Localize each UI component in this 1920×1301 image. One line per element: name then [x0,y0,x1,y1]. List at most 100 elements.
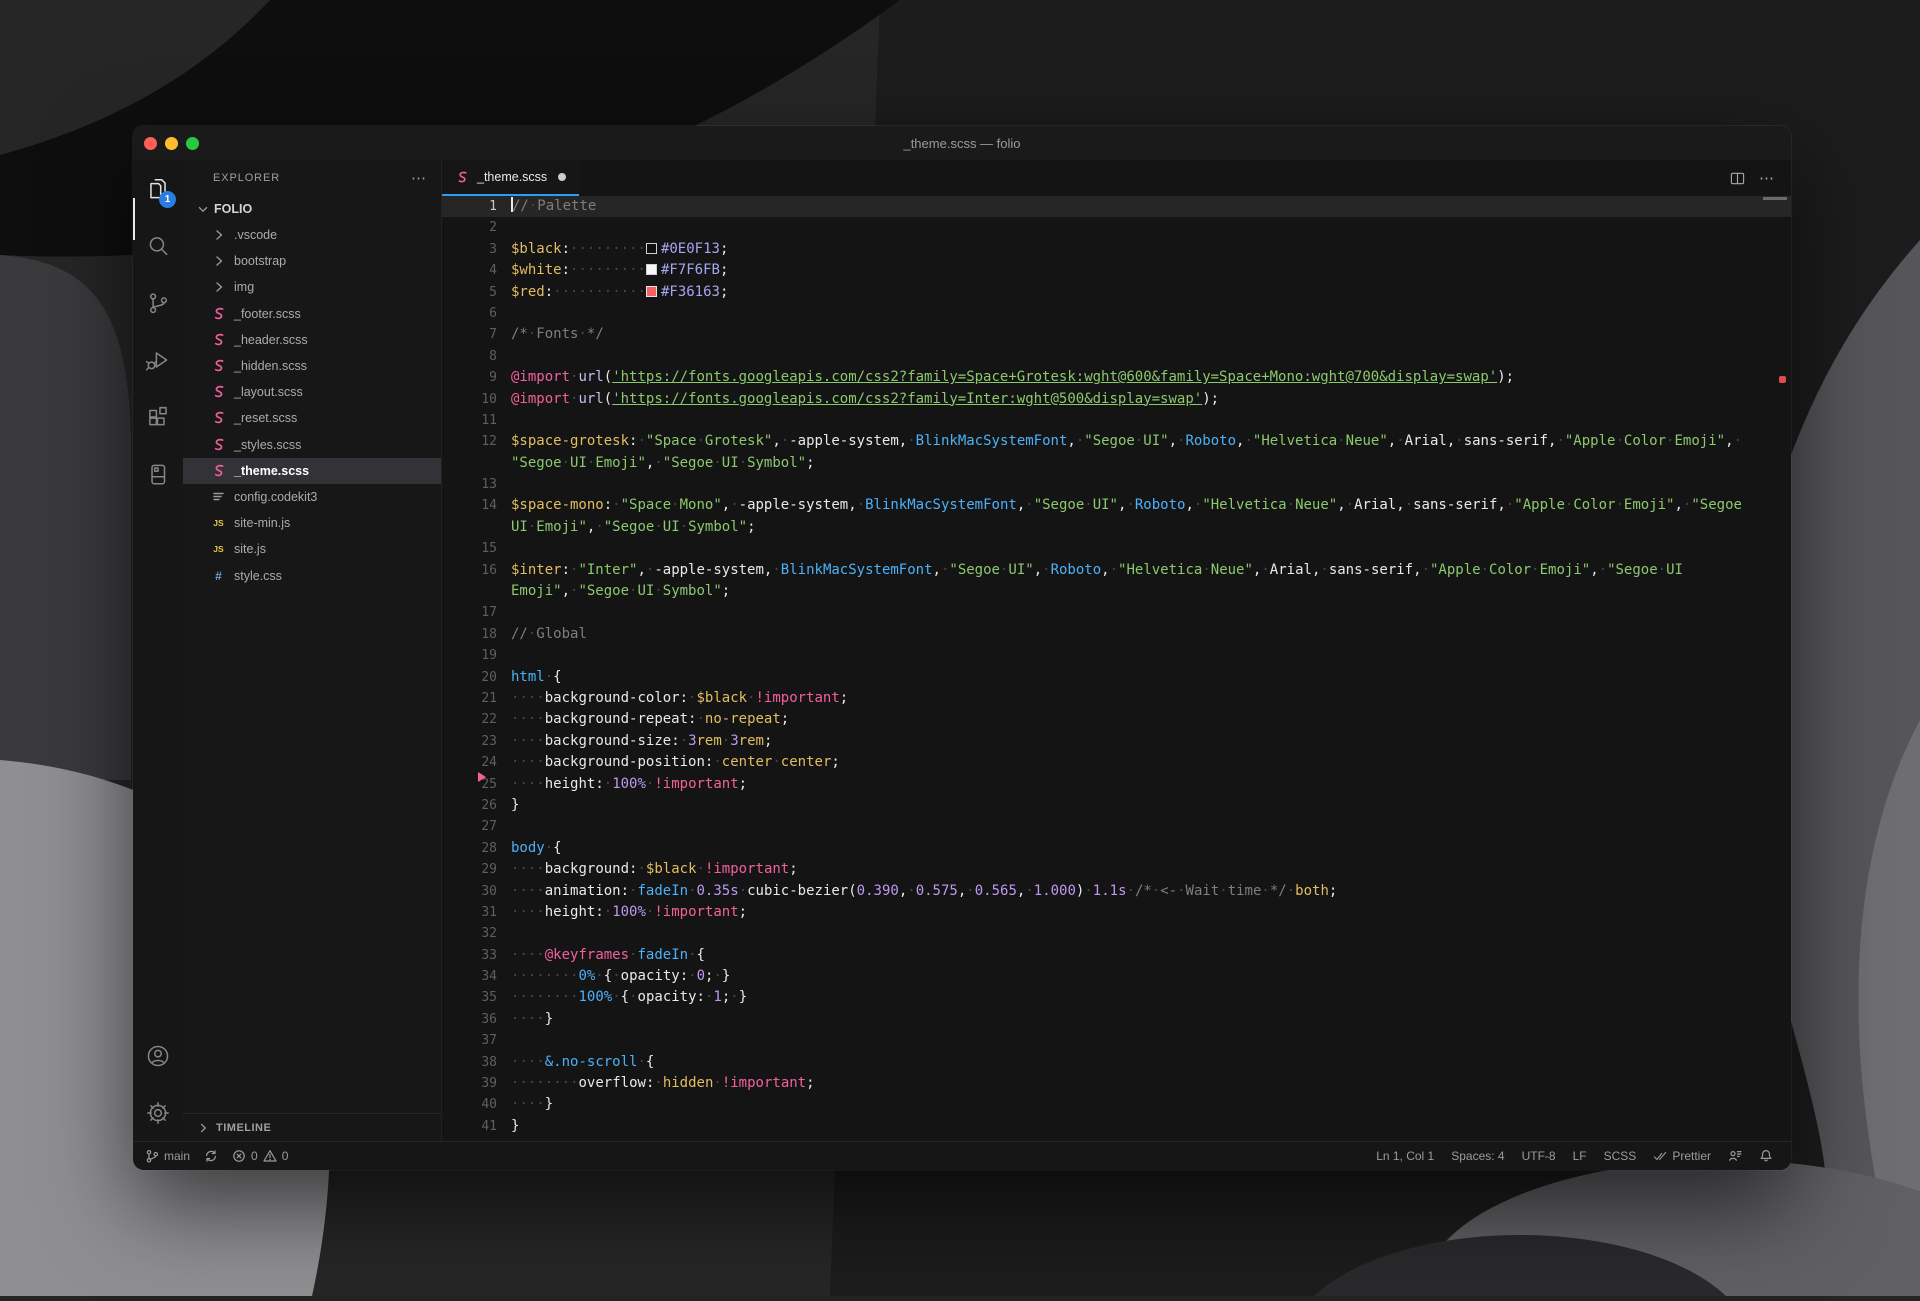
run-debug-view-button[interactable] [133,331,183,388]
code-line[interactable]: 15 [442,538,1791,559]
line-number[interactable]: 33 [442,945,511,966]
code-line[interactable]: Emoji",·"Segoe·UI·Symbol"; [442,581,1791,602]
problems-status[interactable]: 0 0 [232,1149,288,1163]
line-number[interactable]: 11 [442,410,511,431]
code-line[interactable]: 29····background:·$black·!important; [442,859,1791,880]
code-line[interactable]: 41} [442,1116,1791,1137]
code-line[interactable]: 14$space-mono:·"Space·Mono",·-apple-syst… [442,495,1791,516]
code-line[interactable]: 24····background-position:·center·center… [442,752,1791,773]
code-line[interactable]: 39········overflow:·hidden·!important; [442,1073,1791,1094]
line-number[interactable]: 4 [442,260,511,281]
code-line[interactable]: 21····background-color:·$black·!importan… [442,688,1791,709]
code-line[interactable]: 13 [442,474,1791,495]
line-number[interactable]: 10 [442,389,511,410]
line-number[interactable] [442,517,511,538]
code-line[interactable]: 27 [442,816,1791,837]
line-number[interactable]: 40 [442,1094,511,1115]
line-number[interactable]: 32 [442,923,511,944]
tab-theme-scss[interactable]: _theme.scss [442,160,579,196]
code-line[interactable]: 4$white:·········#F7F6FB; [442,260,1791,281]
code-line[interactable]: 12$space-grotesk:·"Space·Grotesk",·-appl… [442,431,1791,452]
explorer-view-button[interactable]: 1 [133,160,183,217]
code-line[interactable]: 30····animation:·fadeIn·0.35s·cubic-bezi… [442,881,1791,902]
code-line[interactable]: 17 [442,602,1791,623]
code-line[interactable]: 40····} [442,1094,1791,1115]
line-number[interactable]: 12 [442,431,511,452]
line-number[interactable]: 9 [442,367,511,388]
timeline-section[interactable]: TIMELINE [183,1113,441,1141]
line-number[interactable]: 25 [442,774,511,795]
code-line[interactable]: 35········100%·{·opacity:·1;·} [442,987,1791,1008]
line-number[interactable]: 39 [442,1073,511,1094]
line-number[interactable]: 26 [442,795,511,816]
codekit-view-button[interactable] [133,445,183,502]
indentation-status[interactable]: Spaces: 4 [1451,1149,1504,1163]
line-number[interactable]: 23 [442,731,511,752]
code-line[interactable]: 6 [442,303,1791,324]
line-number[interactable]: 8 [442,346,511,367]
line-number[interactable]: 7 [442,324,511,345]
line-number[interactable]: 19 [442,645,511,666]
line-number[interactable]: 29 [442,859,511,880]
code-line[interactable]: UI·Emoji",·"Segoe·UI·Symbol"; [442,517,1791,538]
tree-item[interactable]: _layout.scss [183,379,441,405]
sync-button[interactable] [204,1149,218,1163]
tree-item[interactable]: _header.scss [183,327,441,353]
code-editor[interactable]: 1//·Palette23$black:·········#0E0F13;4$w… [442,196,1791,1141]
code-line[interactable]: 9@import·url('https://fonts.googleapis.c… [442,367,1791,388]
source-control-view-button[interactable] [133,274,183,331]
line-number[interactable]: 13 [442,474,511,495]
notifications-button[interactable] [1759,1149,1773,1163]
git-branch-status[interactable]: main [145,1149,190,1163]
line-number[interactable]: 2 [442,217,511,238]
tree-item[interactable]: JSsite.js [183,536,441,562]
tree-item[interactable]: #style.css [183,562,441,588]
line-number[interactable]: 15 [442,538,511,559]
code-line[interactable]: 23····background-size:·3rem·3rem; [442,731,1791,752]
tree-item[interactable]: _footer.scss [183,301,441,327]
split-editor-icon[interactable] [1730,171,1745,186]
tree-item[interactable]: config.codekit3 [183,484,441,510]
code-line[interactable]: 5$red:···········#F36163; [442,282,1791,303]
encoding-status[interactable]: UTF-8 [1522,1149,1556,1163]
tree-item[interactable]: .vscode [183,222,441,248]
code-line[interactable]: 26} [442,795,1791,816]
code-line[interactable]: 20html·{ [442,667,1791,688]
tree-item[interactable]: _hidden.scss [183,353,441,379]
account-button[interactable] [133,1027,183,1084]
formatter-status[interactable]: Prettier [1653,1149,1711,1163]
line-number[interactable]: 6 [442,303,511,324]
line-number[interactable]: 41 [442,1116,511,1137]
code-line[interactable]: 19 [442,645,1791,666]
line-number[interactable]: 17 [442,602,511,623]
code-line[interactable]: 11 [442,410,1791,431]
feedback-button[interactable] [1728,1149,1742,1163]
line-number[interactable]: 22 [442,709,511,730]
line-number[interactable]: 16 [442,560,511,581]
search-view-button[interactable] [133,217,183,274]
line-number[interactable]: 20 [442,667,511,688]
tree-root-folio[interactable]: FOLIO [183,196,441,222]
tree-item[interactable]: bootstrap [183,248,441,274]
line-number[interactable]: 5 [442,282,511,303]
code-line[interactable]: 16$inter:·"Inter",·-apple-system,·BlinkM… [442,560,1791,581]
tree-item[interactable]: _theme.scss [183,458,441,484]
cursor-position-status[interactable]: Ln 1, Col 1 [1376,1149,1434,1163]
extensions-view-button[interactable] [133,388,183,445]
code-line[interactable]: "Segoe·UI·Emoji",·"Segoe·UI·Symbol"; [442,453,1791,474]
line-number[interactable]: 3 [442,239,511,260]
line-number[interactable]: 18 [442,624,511,645]
line-number[interactable]: 37 [442,1030,511,1051]
window-titlebar[interactable]: _theme.scss — folio [133,126,1791,160]
line-number[interactable]: 35 [442,987,511,1008]
explorer-more-actions-button[interactable]: ⋯ [411,169,427,187]
line-number[interactable]: 24 [442,752,511,773]
line-number[interactable]: 14 [442,495,511,516]
code-line[interactable]: 1//·Palette [442,196,1791,217]
tree-item[interactable]: JSsite-min.js [183,510,441,536]
line-number[interactable]: 34 [442,966,511,987]
code-line[interactable]: 18//·Global [442,624,1791,645]
code-line[interactable]: 32 [442,923,1791,944]
line-number[interactable]: 1 [442,196,511,217]
code-line[interactable]: 25····height:·100%·!important; [442,774,1791,795]
